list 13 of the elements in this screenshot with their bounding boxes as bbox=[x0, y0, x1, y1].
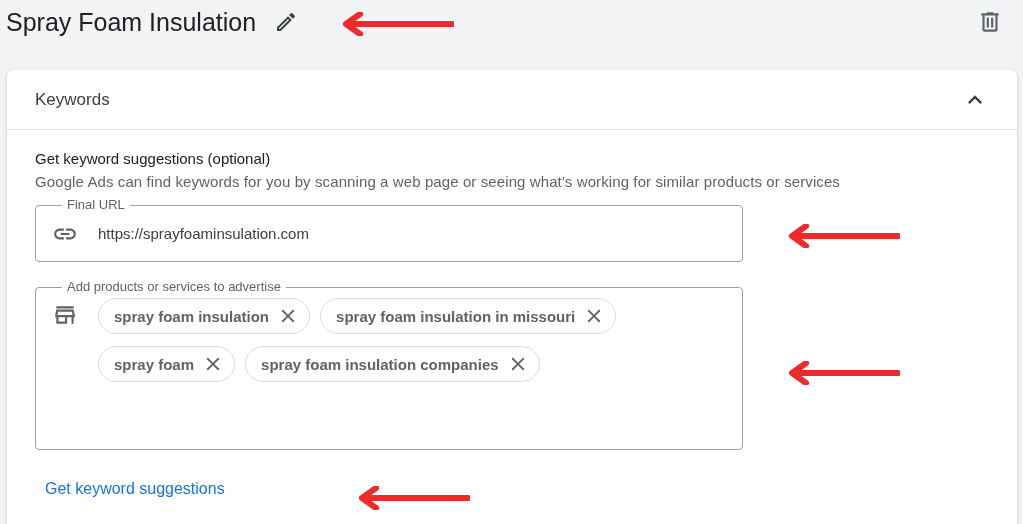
card-title: Keywords bbox=[35, 89, 110, 110]
url-field[interactable]: Final URL https://sprayfoaminsulation.com bbox=[35, 198, 743, 262]
field-label: Final URL bbox=[66, 198, 126, 212]
arrow-annotation-icon bbox=[356, 486, 470, 510]
arrow-annotation-icon bbox=[340, 12, 454, 36]
arrow-annotation-icon bbox=[786, 224, 900, 248]
description: Google Ads can find keywords for you by scanning a web page or seeing what's working for similar products or services bbox=[35, 173, 841, 190]
arrow-annotation-icon bbox=[786, 361, 900, 385]
products-field[interactable]: Add products or services to advertise spray foam insulation spray foam insulation in missouri spray foam spray foam insulation companies bbox=[35, 280, 743, 450]
page-title: Spray Foam Insulation bbox=[6, 7, 257, 37]
section-title: Get keyword suggestions (optional) bbox=[35, 150, 272, 167]
suggestions-link[interactable]: Get keyword suggestions bbox=[45, 480, 225, 498]
field-label: Add products or services to advertise bbox=[66, 280, 282, 294]
